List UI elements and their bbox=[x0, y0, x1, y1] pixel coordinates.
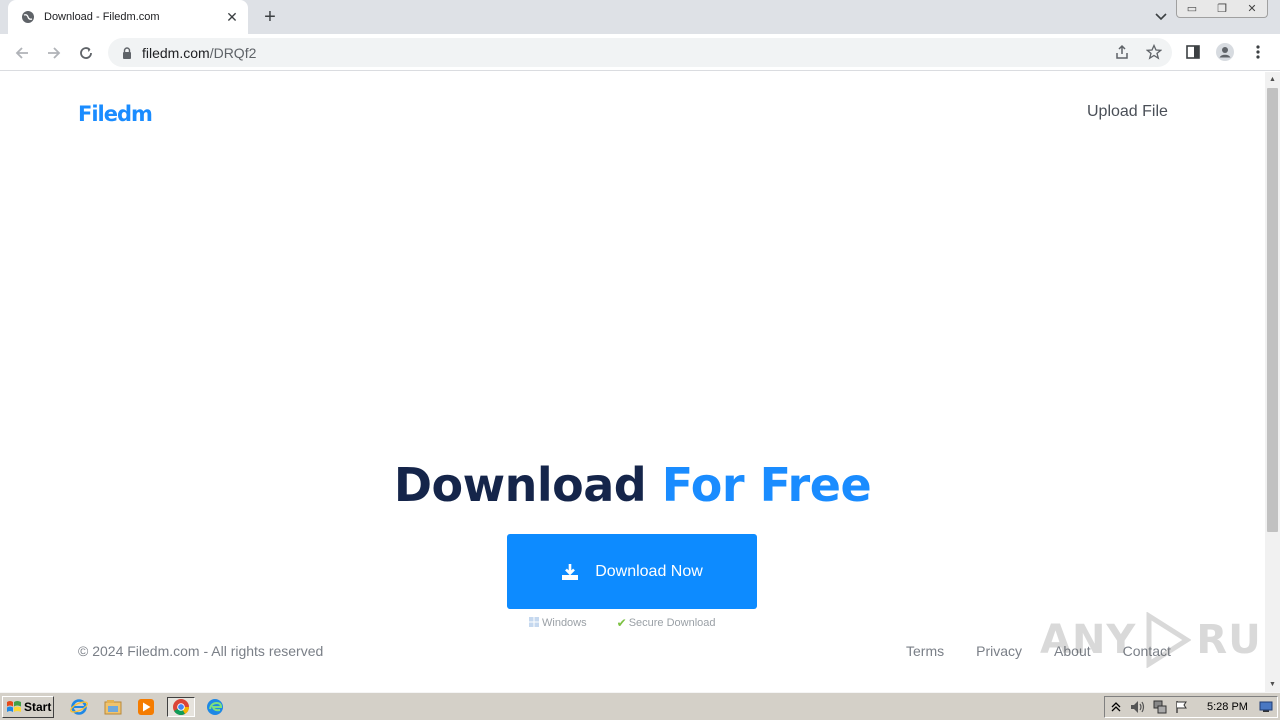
lock-icon[interactable] bbox=[120, 46, 134, 60]
hero-title: Download For Free bbox=[0, 458, 1265, 512]
back-arrow-icon[interactable] bbox=[9, 40, 35, 66]
play-triangle-icon bbox=[1138, 612, 1194, 668]
secure-download-label: Secure Download bbox=[628, 617, 716, 629]
page-viewport: Filedm Upload File Download For Free Dow… bbox=[0, 72, 1265, 692]
profile-avatar-icon[interactable] bbox=[1214, 41, 1236, 63]
close-tab-icon[interactable]: ✕ bbox=[224, 9, 240, 25]
media-player-icon[interactable] bbox=[135, 697, 157, 717]
windows-badge: Windows bbox=[528, 616, 587, 630]
browser-tab-strip: Download - Filedm.com ✕ + ▭ ❐ ✕ bbox=[0, 0, 1280, 34]
hero-title-part2: For Free bbox=[661, 458, 872, 512]
windows-flag-icon bbox=[7, 701, 21, 712]
reload-icon[interactable] bbox=[73, 40, 99, 66]
start-button[interactable]: Start bbox=[2, 696, 54, 718]
minimize-icon[interactable]: ▭ bbox=[1177, 0, 1207, 17]
taskbar-clock[interactable]: 5:28 PM bbox=[1207, 701, 1255, 713]
address-bar[interactable]: filedm.com/DRQf2 bbox=[108, 38, 1172, 67]
volume-icon[interactable] bbox=[1127, 697, 1149, 717]
browser-toolbar: filedm.com/DRQf2 bbox=[0, 34, 1280, 71]
scroll-down-arrow-icon[interactable]: ▼ bbox=[1265, 677, 1280, 692]
windows-logo-icon bbox=[528, 616, 540, 630]
share-icon[interactable] bbox=[1111, 41, 1133, 63]
footer-link-terms[interactable]: Terms bbox=[906, 643, 944, 659]
windows-taskbar: Start 5:28 PM bbox=[0, 692, 1280, 720]
internet-explorer-icon[interactable] bbox=[68, 697, 90, 717]
download-icon bbox=[561, 563, 579, 581]
file-explorer-icon[interactable] bbox=[102, 697, 124, 717]
anyrun-watermark: ANY RUN bbox=[1040, 612, 1265, 668]
download-badges: Windows ✔ Secure Download bbox=[528, 616, 716, 630]
chrome-icon[interactable] bbox=[167, 697, 195, 717]
tab-title: Download - Filedm.com bbox=[44, 11, 160, 23]
download-now-button[interactable]: Download Now bbox=[507, 534, 757, 609]
side-panel-icon[interactable] bbox=[1182, 41, 1204, 63]
site-logo[interactable]: Filedm bbox=[78, 102, 153, 126]
scrollbar-thumb[interactable] bbox=[1267, 88, 1278, 532]
footer-link-privacy[interactable]: Privacy bbox=[976, 643, 1022, 659]
secure-download-badge: ✔ Secure Download bbox=[617, 616, 716, 630]
system-tray: 5:28 PM bbox=[1104, 696, 1278, 718]
hero-title-part1: Download bbox=[393, 458, 647, 512]
check-icon: ✔ bbox=[616, 616, 627, 630]
edge-icon[interactable] bbox=[204, 697, 226, 717]
watermark-text-left: ANY bbox=[1040, 617, 1137, 663]
browser-tab-active[interactable]: Download - Filedm.com ✕ bbox=[8, 0, 248, 34]
upload-file-link[interactable]: Upload File bbox=[1087, 103, 1168, 121]
start-label: Start bbox=[24, 700, 52, 714]
scroll-up-arrow-icon[interactable]: ▲ bbox=[1265, 72, 1280, 87]
show-desktop-icon[interactable] bbox=[1255, 697, 1277, 717]
url-host: filedm.com bbox=[142, 44, 210, 61]
window-controls: ▭ ❐ ✕ bbox=[1176, 0, 1268, 18]
bookmark-star-icon[interactable] bbox=[1143, 41, 1165, 63]
globe-icon bbox=[20, 9, 36, 25]
page-scrollbar[interactable]: ▲ ▼ bbox=[1265, 72, 1280, 692]
forward-arrow-icon[interactable] bbox=[41, 40, 67, 66]
watermark-text-right: RUN bbox=[1196, 617, 1265, 663]
network-icon[interactable] bbox=[1149, 697, 1171, 717]
footer-copyright: © 2024 Filedm.com - All rights reserved bbox=[78, 643, 324, 659]
url-path: /DRQf2 bbox=[209, 44, 257, 61]
new-tab-button[interactable]: + bbox=[258, 6, 282, 28]
windows-badge-label: Windows bbox=[542, 617, 587, 629]
tab-search-chevron-icon[interactable] bbox=[1152, 8, 1170, 26]
menu-kebab-icon[interactable] bbox=[1247, 41, 1269, 63]
restore-icon[interactable]: ❐ bbox=[1207, 0, 1237, 17]
close-window-icon[interactable]: ✕ bbox=[1237, 0, 1267, 17]
action-center-flag-icon[interactable] bbox=[1171, 697, 1193, 717]
tray-expand-arrow-icon[interactable] bbox=[1105, 697, 1127, 717]
download-now-label: Download Now bbox=[595, 562, 703, 580]
